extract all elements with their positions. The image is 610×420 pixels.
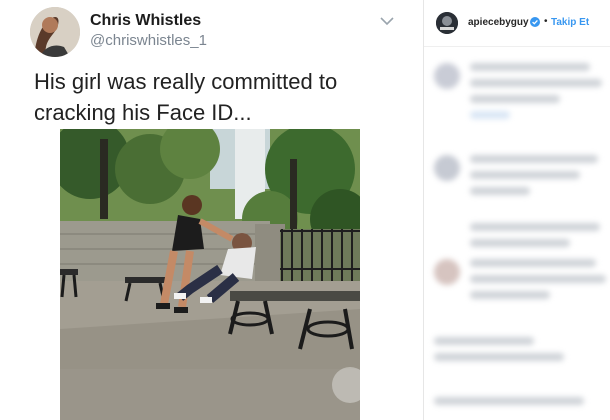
comment-line: [470, 187, 530, 195]
tweet-author-name: Chris Whistles: [90, 12, 202, 29]
comment-line: [470, 95, 560, 103]
account-username[interactable]: apiecebyguy: [468, 17, 529, 28]
comment-line: [470, 79, 602, 87]
comment-line: [470, 63, 590, 71]
comment-line: [470, 223, 600, 231]
post-media[interactable]: Chris Whistles @chriswhistles_1 His girl…: [0, 0, 423, 420]
comment-line: [470, 275, 606, 283]
post-header: apiecebyguy • Takip Et: [424, 0, 610, 47]
comment-line: [470, 291, 550, 299]
comment-line: [434, 353, 564, 361]
comment-line: [470, 111, 510, 119]
tweet-text: His girl was really committed to crackin…: [34, 69, 338, 125]
comment-avatar: [434, 63, 460, 89]
tweet-author-avatar: [30, 7, 80, 57]
account-avatar[interactable]: [436, 12, 458, 34]
comment-line: [470, 155, 598, 163]
side-panel: apiecebyguy • Takip Et: [423, 0, 610, 420]
separator-dot: •: [544, 16, 548, 27]
chevron-down-icon: [380, 17, 394, 26]
comment-line: [470, 259, 596, 267]
video-scene: [60, 129, 360, 420]
verified-badge-icon: [530, 17, 540, 27]
comment-line: [434, 397, 584, 405]
comment-avatar: [434, 155, 460, 181]
comment-line: [470, 171, 580, 179]
tweet-author-handle: @chriswhistles_1: [90, 32, 207, 49]
follow-button[interactable]: Takip Et: [551, 17, 589, 28]
comment-line: [470, 239, 570, 247]
comment-avatar: [434, 259, 460, 285]
comments-section-blurred: [424, 47, 610, 420]
video-frame: [60, 129, 360, 420]
comment-line: [434, 337, 534, 345]
